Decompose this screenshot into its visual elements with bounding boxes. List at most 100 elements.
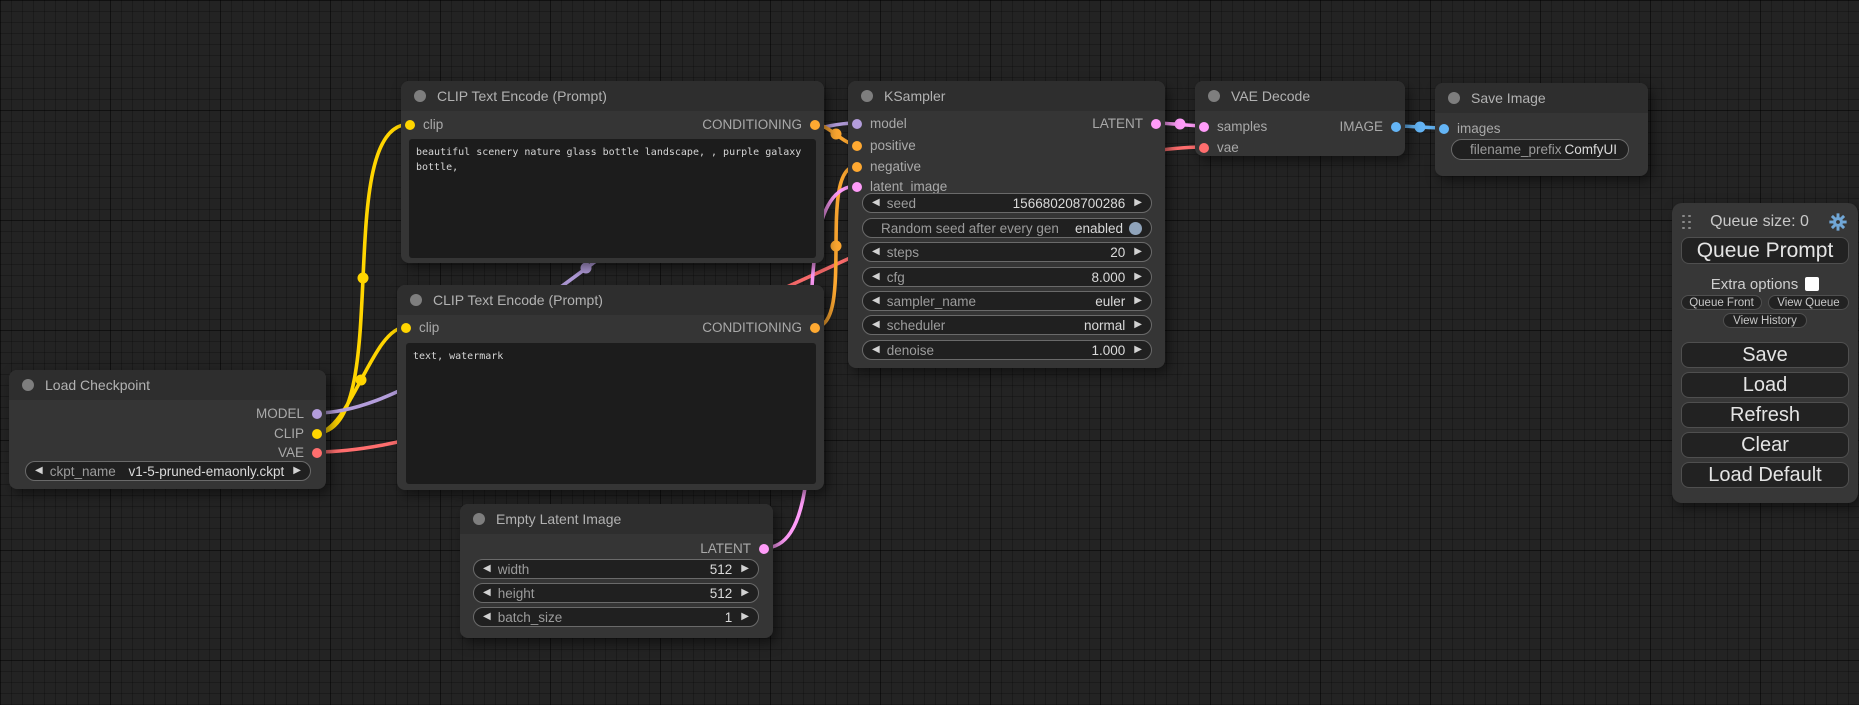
next-arrow-icon[interactable]: ▶ bbox=[1134, 320, 1142, 330]
input-slot-vae[interactable]: vae bbox=[1199, 138, 1239, 157]
denoise-widget[interactable]: ◀ denoise 1.000 ▶ bbox=[862, 340, 1152, 360]
steps-widget[interactable]: ◀ steps 20 ▶ bbox=[862, 242, 1152, 262]
load-default-button[interactable]: Load Default bbox=[1681, 462, 1849, 488]
output-slot-clip[interactable]: CLIP bbox=[274, 424, 322, 443]
link-midpoint-dot[interactable] bbox=[358, 273, 369, 284]
conditioning-slot-icon[interactable] bbox=[810, 120, 820, 130]
next-arrow-icon[interactable]: ▶ bbox=[741, 564, 749, 574]
conditioning-slot-icon[interactable] bbox=[810, 323, 820, 333]
width-widget[interactable]: ◀ width 512 ▶ bbox=[473, 559, 759, 579]
clear-button[interactable]: Clear bbox=[1681, 432, 1849, 458]
conditioning-slot-icon[interactable] bbox=[852, 141, 862, 151]
output-slot-model[interactable]: MODEL bbox=[256, 404, 322, 423]
drag-handle-icon[interactable] bbox=[1682, 215, 1691, 230]
output-slot-latent[interactable]: LATENT bbox=[700, 539, 769, 558]
queue-prompt-button[interactable]: Queue Prompt bbox=[1681, 237, 1849, 264]
node-ksampler[interactable]: KSampler model LATENT positive negative … bbox=[848, 81, 1165, 368]
collapse-dot-icon[interactable] bbox=[473, 513, 485, 525]
prev-arrow-icon[interactable]: ◀ bbox=[872, 296, 880, 306]
prev-arrow-icon[interactable]: ◀ bbox=[872, 345, 880, 355]
seed-widget[interactable]: ◀ seed 156680208700286 ▶ bbox=[862, 193, 1152, 213]
link-midpoint-dot[interactable] bbox=[831, 241, 842, 252]
output-slot-latent[interactable]: LATENT bbox=[1092, 114, 1161, 133]
node-vae-decode[interactable]: VAE Decode samples IMAGE vae bbox=[1195, 81, 1405, 156]
collapse-dot-icon[interactable] bbox=[1448, 92, 1460, 104]
image-slot-icon[interactable] bbox=[1391, 122, 1401, 132]
output-slot-vae[interactable]: VAE bbox=[278, 443, 322, 462]
prompt-textarea[interactable]: text, watermark bbox=[406, 343, 816, 484]
model-slot-icon[interactable] bbox=[852, 119, 862, 129]
next-arrow-icon[interactable]: ▶ bbox=[1134, 345, 1142, 355]
cfg-widget[interactable]: ◀ cfg 8.000 ▶ bbox=[862, 267, 1152, 287]
node-save-image[interactable]: Save Image images filename_prefix ComfyU… bbox=[1435, 83, 1648, 176]
ckpt-name-widget[interactable]: ◀ ckpt_name v1-5-pruned-emaonly.ckpt ▶ bbox=[25, 461, 311, 481]
prev-arrow-icon[interactable]: ◀ bbox=[483, 612, 491, 622]
refresh-button[interactable]: Refresh bbox=[1681, 402, 1849, 428]
node-title-bar[interactable]: Save Image bbox=[1435, 83, 1648, 113]
filename-prefix-widget[interactable]: filename_prefix ComfyUI bbox=[1451, 139, 1629, 160]
input-slot-clip[interactable]: clip bbox=[401, 318, 439, 337]
image-slot-icon[interactable] bbox=[1439, 124, 1449, 134]
next-arrow-icon[interactable]: ▶ bbox=[1134, 247, 1142, 257]
prev-arrow-icon[interactable]: ◀ bbox=[872, 320, 880, 330]
model-slot-icon[interactable] bbox=[312, 409, 322, 419]
link-midpoint-dot[interactable] bbox=[581, 263, 592, 274]
clip-slot-icon[interactable] bbox=[401, 323, 411, 333]
prev-arrow-icon[interactable]: ◀ bbox=[483, 564, 491, 574]
queue-front-button[interactable]: Queue Front bbox=[1681, 295, 1762, 310]
node-title-bar[interactable]: Empty Latent Image bbox=[460, 504, 773, 534]
node-title-bar[interactable]: CLIP Text Encode (Prompt) bbox=[401, 81, 824, 111]
scheduler-widget[interactable]: ◀ scheduler normal ▶ bbox=[862, 315, 1152, 335]
input-slot-model[interactable]: model bbox=[852, 114, 907, 133]
load-button[interactable]: Load bbox=[1681, 372, 1849, 398]
next-arrow-icon[interactable]: ▶ bbox=[1134, 198, 1142, 208]
collapse-dot-icon[interactable] bbox=[861, 90, 873, 102]
next-arrow-icon[interactable]: ▶ bbox=[1134, 272, 1142, 282]
extra-options-checkbox[interactable] bbox=[1805, 277, 1819, 291]
link-clip-to-negative-clip[interactable] bbox=[316, 327, 406, 433]
output-slot-conditioning[interactable]: CONDITIONING bbox=[702, 115, 820, 134]
input-slot-positive[interactable]: positive bbox=[852, 136, 916, 155]
settings-gear-icon[interactable] bbox=[1828, 212, 1848, 232]
input-slot-negative[interactable]: negative bbox=[852, 157, 921, 176]
clip-slot-icon[interactable] bbox=[312, 429, 322, 439]
view-history-button[interactable]: View History bbox=[1723, 313, 1807, 328]
vae-slot-icon[interactable] bbox=[1199, 143, 1209, 153]
collapse-dot-icon[interactable] bbox=[410, 294, 422, 306]
link-clip-to-positive-clip[interactable] bbox=[316, 124, 410, 433]
sampler-name-widget[interactable]: ◀ sampler_name euler ▶ bbox=[862, 291, 1152, 311]
conditioning-slot-icon[interactable] bbox=[852, 162, 862, 172]
height-widget[interactable]: ◀ height 512 ▶ bbox=[473, 583, 759, 603]
save-button[interactable]: Save bbox=[1681, 342, 1849, 368]
batch-size-widget[interactable]: ◀ batch_size 1 ▶ bbox=[473, 607, 759, 627]
output-slot-image[interactable]: IMAGE bbox=[1339, 117, 1401, 136]
input-slot-images[interactable]: images bbox=[1439, 119, 1501, 138]
next-arrow-icon[interactable]: ▶ bbox=[741, 588, 749, 598]
prev-arrow-icon[interactable]: ◀ bbox=[483, 588, 491, 598]
input-slot-clip[interactable]: clip bbox=[405, 115, 443, 134]
prev-arrow-icon[interactable]: ◀ bbox=[872, 272, 880, 282]
node-clip-text-encode-positive[interactable]: CLIP Text Encode (Prompt) clip CONDITION… bbox=[401, 81, 824, 263]
link-midpoint-dot[interactable] bbox=[831, 129, 842, 140]
next-arrow-icon[interactable]: ▶ bbox=[1134, 296, 1142, 306]
prev-arrow-icon[interactable]: ◀ bbox=[872, 198, 880, 208]
node-title-bar[interactable]: KSampler bbox=[848, 81, 1165, 111]
node-clip-text-encode-negative[interactable]: CLIP Text Encode (Prompt) clip CONDITION… bbox=[397, 285, 824, 490]
link-midpoint-dot[interactable] bbox=[356, 375, 367, 386]
node-load-checkpoint[interactable]: Load Checkpoint MODEL CLIP VAE ◀ ckpt_na… bbox=[9, 370, 326, 489]
collapse-dot-icon[interactable] bbox=[1208, 90, 1220, 102]
next-arrow-icon[interactable]: ▶ bbox=[293, 466, 301, 476]
graph-canvas[interactable]: { "colors":{ "model":"#B39DDB","clip":"#… bbox=[0, 0, 1859, 705]
latent-slot-icon[interactable] bbox=[852, 182, 862, 192]
next-arrow-icon[interactable]: ▶ bbox=[741, 612, 749, 622]
link-midpoint-dot[interactable] bbox=[1175, 119, 1186, 130]
node-title-bar[interactable]: CLIP Text Encode (Prompt) bbox=[397, 285, 824, 315]
latent-slot-icon[interactable] bbox=[1199, 122, 1209, 132]
link-midpoint-dot[interactable] bbox=[1415, 122, 1426, 133]
node-title-bar[interactable]: Load Checkpoint bbox=[9, 370, 326, 400]
clip-slot-icon[interactable] bbox=[405, 120, 415, 130]
prev-arrow-icon[interactable]: ◀ bbox=[35, 466, 43, 476]
prev-arrow-icon[interactable]: ◀ bbox=[872, 247, 880, 257]
view-queue-button[interactable]: View Queue bbox=[1768, 295, 1849, 310]
collapse-dot-icon[interactable] bbox=[414, 90, 426, 102]
